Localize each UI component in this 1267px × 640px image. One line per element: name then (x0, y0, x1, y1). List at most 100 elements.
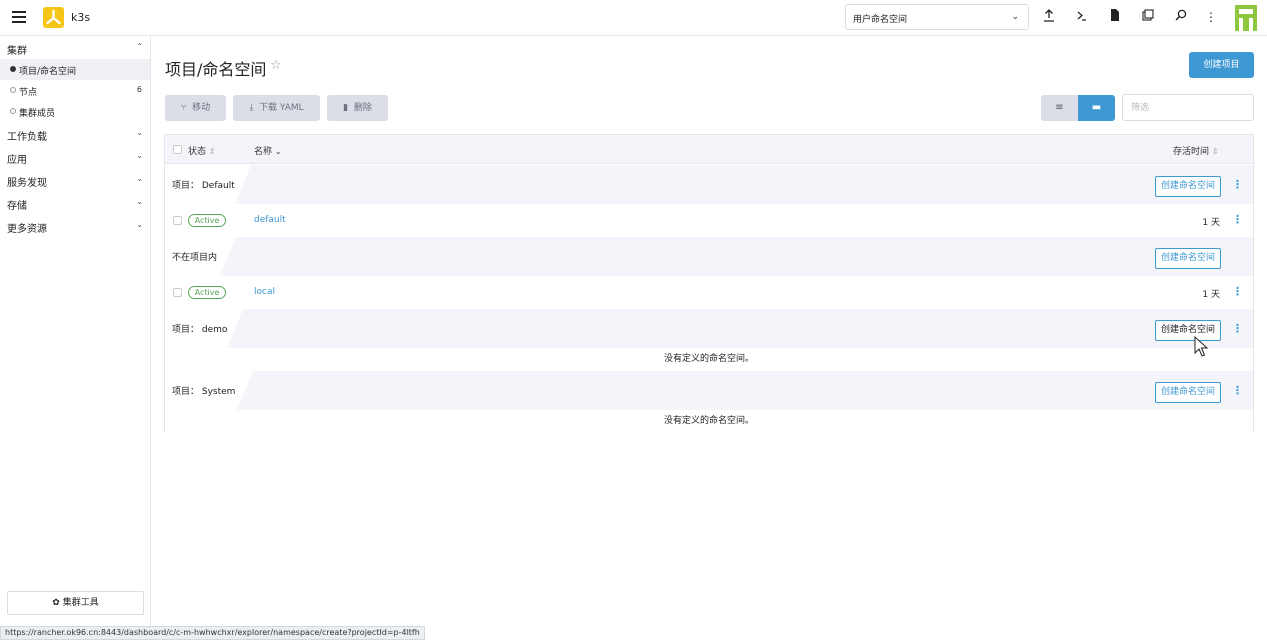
namespace-table: 状态 ⇕ 名称 ⌄ 存活时间 ⇕ 项目： Default 创建命名空间 ⋮ Ac… (164, 134, 1254, 432)
group-label: 项目： Default (172, 181, 235, 191)
sidebar-group-cluster[interactable]: 集群 ⌃ (0, 36, 150, 59)
copy-icon[interactable] (1140, 9, 1156, 25)
select-all-checkbox[interactable] (173, 145, 182, 154)
column-label: 状态 (188, 147, 207, 157)
chevron-down-icon: ⌄ (136, 174, 143, 183)
sort-icon: ⇕ (1211, 147, 1219, 156)
delete-button[interactable]: ▮ 删除 (327, 95, 388, 121)
sidebar-item-label: 项目/命名空间 (19, 67, 77, 77)
row-checkbox[interactable] (173, 216, 182, 225)
sidebar-group-label: 服务发现 (7, 178, 47, 189)
filter-input[interactable] (1122, 94, 1254, 121)
folder-view-icon[interactable]: ▬ (1078, 95, 1115, 121)
column-header-state[interactable]: 状态 ⇕ (188, 144, 216, 157)
sidebar-group-service-discovery[interactable]: 服务发现 ⌄ (0, 168, 150, 191)
status-badge: Active (188, 286, 226, 299)
more-vert-icon[interactable]: ⋮ (1232, 322, 1243, 335)
more-vert-icon[interactable]: ⋮ (1232, 285, 1243, 298)
group-label: 项目： System (172, 387, 236, 397)
create-namespace-button[interactable]: 创建命名空间 (1155, 382, 1221, 403)
sidebar-item-label: 节点 (19, 88, 38, 98)
file-icon[interactable] (1107, 9, 1123, 25)
move-label: 移动 (192, 103, 211, 113)
create-namespace-button[interactable]: 创建命名空间 (1155, 248, 1221, 269)
top-header: k3s 用户命名空间 ⌄ ⋮ (0, 0, 1267, 36)
table-header: 状态 ⇕ 名称 ⌄ 存活时间 ⇕ (165, 135, 1253, 164)
group-label: 项目： demo (172, 325, 228, 335)
more-vert-icon[interactable]: ⋮ (1232, 213, 1243, 226)
namespace-link[interactable]: default (254, 215, 286, 225)
active-dot-icon (10, 66, 16, 72)
group-label-tab: 不在项目内 (165, 237, 236, 276)
project-group-none: 不在项目内 创建命名空间 (165, 237, 1253, 276)
cluster-tools-button[interactable]: ✿ 集群工具 (7, 591, 144, 615)
row-checkbox[interactable] (173, 288, 182, 297)
download-yaml-label: 下载 YAML (259, 103, 304, 113)
move-icon: ⑂ (180, 103, 187, 113)
more-vert-icon[interactable]: ⋮ (1203, 9, 1219, 25)
k3s-logo-icon[interactable] (43, 7, 64, 28)
namespace-filter-select[interactable]: 用户命名空间 ⌄ (845, 4, 1029, 30)
sidebar-group-label: 工作负载 (7, 132, 47, 143)
create-project-button[interactable]: 创建项目 (1189, 52, 1254, 78)
page-title: 项目/命名空间 (165, 60, 267, 79)
namespace-link[interactable]: local (254, 287, 275, 297)
create-namespace-button[interactable]: 创建命名空间 (1155, 176, 1221, 197)
view-toggle: ≡ ▬ (1041, 95, 1115, 121)
chevron-down-icon: ⌄ (1011, 12, 1019, 22)
cluster-name[interactable]: k3s (71, 11, 90, 24)
project-group-system: 项目： System 创建命名空间 ⋮ (165, 371, 1253, 410)
sidebar-item-label: 集群成员 (19, 109, 56, 119)
upload-icon[interactable] (1041, 9, 1057, 25)
create-namespace-button[interactable]: 创建命名空间 (1155, 320, 1221, 341)
column-header-age[interactable]: 存活时间 ⇕ (1173, 144, 1219, 157)
user-avatar[interactable] (1235, 5, 1257, 31)
table-row: Active local 1 天 ⋮ (165, 276, 1253, 309)
group-label-tab: 项目： demo (165, 309, 243, 348)
gear-icon: ✿ (52, 598, 60, 608)
sidebar-group-storage[interactable]: 存储 ⌄ (0, 191, 150, 214)
status-badge: Active (188, 214, 226, 227)
chevron-down-icon: ⌄ (136, 197, 143, 206)
column-header-name[interactable]: 名称 ⌄ (254, 144, 282, 157)
sidebar-group-more-resources[interactable]: 更多资源 ⌄ (0, 214, 150, 237)
move-button[interactable]: ⑂ 移动 (165, 95, 226, 121)
sidebar: 集群 ⌃ 项目/命名空间 节点 6 集群成员 工作负载 ⌄ 应用 ⌄ 服务发现 … (0, 36, 151, 640)
terminal-icon[interactable] (1074, 9, 1090, 25)
list-view-icon[interactable]: ≡ (1041, 95, 1078, 121)
link-status-bar: https://rancher.ok96.cn:8443/dashboard/c… (0, 626, 425, 640)
sort-icon: ⇕ (208, 147, 216, 156)
chevron-down-icon: ⌄ (136, 220, 143, 229)
sidebar-item-nodes[interactable]: 节点 6 (0, 80, 150, 101)
sort-down-icon: ⌄ (274, 147, 282, 156)
group-label: 不在项目内 (172, 253, 218, 263)
sidebar-item-projects-namespaces[interactable]: 项目/命名空间 (0, 59, 150, 80)
trash-icon: ▮ (343, 103, 349, 113)
table-row: Active default 1 天 ⋮ (165, 204, 1253, 237)
more-vert-icon[interactable]: ⋮ (1232, 178, 1243, 191)
sidebar-group-apps[interactable]: 应用 ⌄ (0, 145, 150, 168)
empty-namespace-message: 没有定义的命名空间。 (165, 410, 1253, 432)
download-yaml-button[interactable]: ⤓ 下载 YAML (233, 95, 320, 121)
sidebar-group-workloads[interactable]: 工作负载 ⌄ (0, 122, 150, 145)
mouse-cursor-icon (1194, 336, 1208, 357)
favorite-star-icon[interactable]: ☆ (270, 58, 282, 73)
download-icon: ⤓ (249, 103, 254, 113)
dot-icon (10, 108, 16, 114)
dot-icon (10, 87, 16, 93)
sidebar-group-label: 更多资源 (7, 224, 47, 235)
column-label: 名称 (254, 147, 273, 157)
age-value: 1 天 (1202, 290, 1220, 300)
chevron-down-icon: ⌄ (136, 151, 143, 160)
search-icon[interactable] (1173, 9, 1189, 25)
group-label-tab: 项目： Default (165, 165, 251, 204)
menu-icon[interactable] (12, 11, 26, 23)
chevron-down-icon: ⌄ (136, 128, 143, 137)
sidebar-group-label: 存储 (7, 201, 27, 212)
sidebar-item-cluster-members[interactable]: 集群成员 (0, 101, 150, 122)
more-vert-icon[interactable]: ⋮ (1232, 384, 1243, 397)
namespace-filter-value: 用户命名空间 (853, 15, 908, 25)
empty-namespace-message: 没有定义的命名空间。 (165, 348, 1253, 370)
sidebar-group-label: 应用 (7, 155, 27, 166)
cluster-tools-label: 集群工具 (62, 598, 99, 608)
